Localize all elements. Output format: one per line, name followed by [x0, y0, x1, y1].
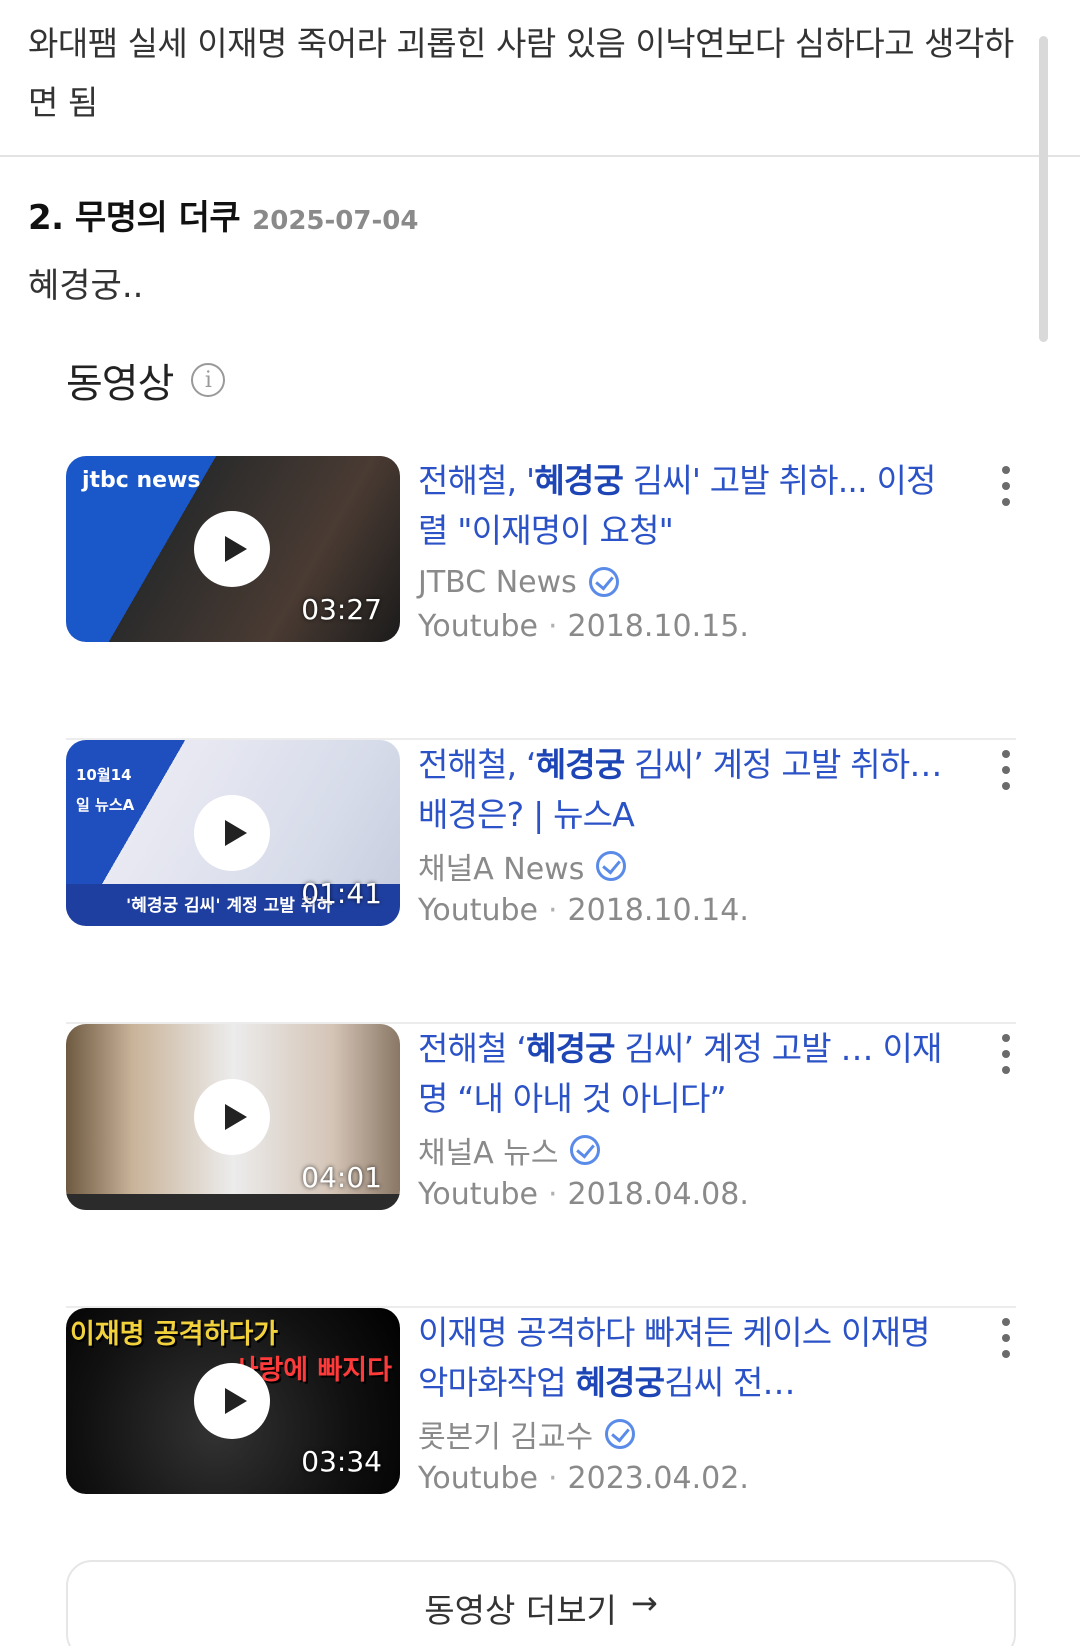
- video-thumbnail[interactable]: jtbc news 03:27: [66, 456, 400, 642]
- video-thumbnail[interactable]: 10월14일 뉴스A '혜경궁 김씨' 계정 고발 취하 01:41: [66, 740, 400, 926]
- video-section-title: 동영상: [66, 361, 174, 407]
- more-videos-button[interactable]: 동영상 더보기 →: [66, 1560, 1016, 1646]
- video-source: Youtube: [418, 1461, 538, 1496]
- thumbnail-logo: jtbc news: [82, 468, 201, 493]
- thumbnail-caption-top: 이재명 공격하다가: [70, 1319, 279, 1350]
- video-duration: 03:27: [301, 593, 382, 626]
- previous-comment-text: 와대팸 실세 이재명 죽어라 괴롭힌 사람 있음 이낙연보다 심하다고 생각하면…: [28, 24, 1014, 122]
- video-section-heading: 동영상 i: [66, 351, 226, 409]
- video-date: 2018.04.08.: [567, 1177, 749, 1212]
- video-meta: Youtube · 2018.10.15.: [418, 609, 749, 644]
- video-meta: Youtube · 2018.10.14.: [418, 893, 749, 928]
- video-meta: Youtube · 2018.04.08.: [418, 1177, 749, 1212]
- video-thumbnail[interactable]: 04:01: [66, 1024, 400, 1210]
- video-channel[interactable]: JTBC News: [418, 560, 948, 604]
- play-icon[interactable]: [194, 1079, 270, 1155]
- video-title[interactable]: 전해철, ‘혜경궁 김씨’ 계정 고발 취하…배경은? | 뉴스A: [418, 740, 948, 840]
- video-source: Youtube: [418, 609, 538, 644]
- comment-date: 2025-07-04: [252, 206, 419, 236]
- video-item[interactable]: jtbc news 03:27 전해철, '혜경궁 김씨' 고발 취하... 이…: [66, 456, 1016, 740]
- video-channel[interactable]: 롯본기 김교수: [418, 1412, 948, 1456]
- video-item[interactable]: 10월14일 뉴스A '혜경궁 김씨' 계정 고발 취하 01:41 전해철, …: [66, 740, 1016, 1024]
- channel-name: JTBC News: [418, 564, 577, 600]
- video-date: 2018.10.14.: [567, 893, 749, 928]
- video-channel[interactable]: 채널A News: [418, 844, 948, 888]
- video-date: 2018.10.15.: [567, 609, 749, 644]
- video-channel[interactable]: 채널A 뉴스: [418, 1128, 948, 1172]
- video-source: Youtube: [418, 893, 538, 928]
- info-icon[interactable]: i: [191, 363, 226, 397]
- video-title[interactable]: 전해철 ‘혜경궁 김씨’ 계정 고발 … 이재명 “내 아내 것 아니다”: [418, 1024, 948, 1124]
- more-videos-label: 동영상 더보기: [424, 1591, 617, 1630]
- previous-comment: 와대팸 실세 이재명 죽어라 괴롭힌 사람 있음 이낙연보다 심하다고 생각하면…: [0, 0, 1080, 157]
- play-icon[interactable]: [194, 1363, 270, 1439]
- video-meta: Youtube · 2023.04.02.: [418, 1461, 749, 1496]
- play-icon[interactable]: [194, 511, 270, 587]
- scrollbar[interactable]: [1039, 36, 1048, 342]
- channel-name: 채널A 뉴스: [418, 1136, 559, 1171]
- channel-name: 채널A News: [418, 852, 585, 887]
- video-date: 2023.04.02.: [567, 1461, 749, 1496]
- arrow-right-icon: →: [630, 1584, 658, 1622]
- verified-check-icon: [570, 1135, 601, 1165]
- verified-check-icon: [588, 567, 619, 597]
- comment-body: 혜경궁..: [28, 266, 144, 306]
- video-item[interactable]: 04:01 전해철 ‘혜경궁 김씨’ 계정 고발 … 이재명 “내 아내 것 아…: [66, 1024, 1016, 1308]
- video-duration: 03:34: [301, 1445, 382, 1478]
- video-title[interactable]: 전해철, '혜경궁 김씨' 고발 취하... 이정렬 "이재명이 요청": [418, 456, 948, 556]
- video-source: Youtube: [418, 1177, 538, 1212]
- video-duration: 01:41: [301, 877, 382, 910]
- video-thumbnail[interactable]: 이재명 공격하다가 사랑에 빠지다 03:34: [66, 1308, 400, 1494]
- video-duration: 04:01: [301, 1161, 382, 1194]
- video-title[interactable]: 이재명 공격하다 빠져든 케이스 이재명 악마화작업 혜경궁김씨 전…: [418, 1308, 948, 1408]
- more-options-icon[interactable]: [996, 466, 1016, 506]
- comment-header: 2. 무명의 더쿠 2025-07-04: [28, 190, 418, 242]
- more-options-icon[interactable]: [996, 1034, 1016, 1074]
- more-options-icon[interactable]: [996, 750, 1016, 790]
- verified-check-icon: [596, 851, 627, 881]
- comment-author: 2. 무명의 더쿠: [28, 198, 241, 238]
- thumbnail-logo: 10월14일 뉴스A: [76, 766, 135, 814]
- video-item[interactable]: 이재명 공격하다가 사랑에 빠지다 03:34 이재명 공격하다 빠져든 케이스…: [66, 1308, 1016, 1592]
- channel-name: 롯본기 김교수: [418, 1420, 594, 1455]
- verified-check-icon: [605, 1419, 636, 1449]
- play-icon[interactable]: [194, 795, 270, 871]
- more-options-icon[interactable]: [996, 1318, 1016, 1358]
